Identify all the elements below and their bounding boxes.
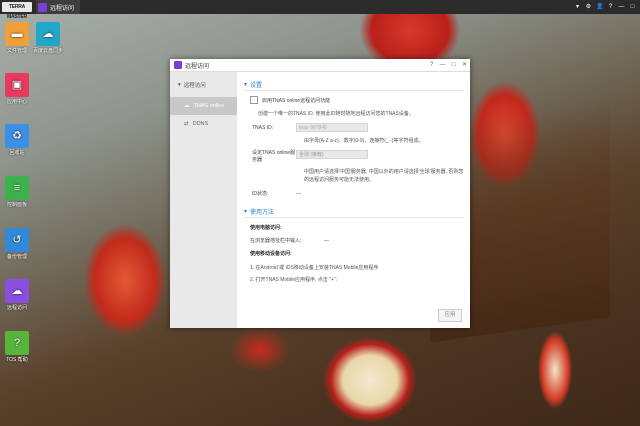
server-label: 设定TNAS online服务器: [252, 150, 296, 163]
help-icon[interactable]: ?: [607, 4, 614, 11]
desktop-icon-label: 应用中心: [6, 99, 27, 105]
recycle-bin-icon: ♻: [5, 124, 29, 148]
server-row: 设定TNAS online服务器 全球 (推荐): [244, 150, 464, 164]
desktop-icon-label: 百度云盘同步: [32, 48, 63, 54]
status-value: —: [296, 190, 301, 197]
mobile-step-2: 2. 打开TNAS Mobile应用程序, 点击 "+";: [250, 277, 338, 283]
remote-access-window: 远程访问 ? — □ ✕ ▾ 远程访问 ☁ TNAS online ⇄ DDNS…: [170, 59, 470, 328]
help-icon: ?: [5, 331, 29, 355]
enable-row: 启用TNAS online远程访问功能: [250, 96, 464, 104]
minimize-button[interactable]: —: [437, 59, 448, 71]
window-content: ▾ 设置 启用TNAS online远程访问功能 创建一个唯一的TNAS ID,…: [242, 72, 470, 328]
enable-label: 启用TNAS online远程访问功能: [262, 97, 331, 104]
desktop-icon-label: 文件管理: [6, 48, 27, 54]
system-tray: ▾ ⚙ 👤 ? — □: [574, 0, 636, 14]
status-row: ID状态: —: [244, 190, 464, 198]
sidebar-item-ddns[interactable]: ⇄ DDNS: [170, 115, 237, 133]
control-panel-icon: ≡: [5, 176, 29, 200]
desktop-icon-tos-help[interactable]: ? TOS 帮助: [0, 331, 34, 363]
apply-button[interactable]: 应用: [438, 309, 462, 322]
tnas-id-hint: 由字母(A-Z a-z)、数字(0-9)、连接符(_ -)等字符组成。: [304, 138, 424, 144]
sidebar-item-label: TNAS online: [193, 103, 225, 109]
chevron-down-icon: ▾: [244, 81, 248, 88]
server-select[interactable]: 全球 (推荐): [296, 150, 368, 159]
desktop-icon-app-center[interactable]: ▣ 应用中心: [0, 73, 34, 105]
remote-access-icon: [174, 61, 182, 69]
pc-access-line: 在浏览器地址栏中输入:: [250, 238, 302, 244]
cloud-icon: ☁: [184, 103, 190, 109]
notification-icon[interactable]: ▾: [574, 4, 581, 11]
sidebar-item-tnas-online[interactable]: ☁ TNAS online: [170, 97, 237, 115]
desktop-icon-baidu-sync[interactable]: ☁ 百度云盘同步: [31, 22, 65, 54]
brand-logo[interactable]: TERRA MASTER: [2, 2, 32, 20]
pc-access-title: 使用电脑访问:: [250, 225, 282, 231]
sidebar-header[interactable]: ▾ 远程访问: [170, 72, 237, 89]
cloud-sync-icon: ☁: [36, 22, 60, 46]
desktop-icon-remote-access[interactable]: ☁ 远程访问: [0, 279, 34, 311]
tnas-id-input[interactable]: tnas-997846: [296, 123, 368, 132]
remote-access-icon: ☁: [5, 279, 29, 303]
enable-checkbox[interactable]: [250, 96, 258, 104]
desktop-icon-backup[interactable]: ↺ 备份管理: [0, 228, 34, 260]
pc-access-row: 在浏览器地址栏中输入: —: [250, 237, 464, 245]
maximize-icon[interactable]: □: [629, 4, 636, 11]
backup-icon: ↺: [5, 228, 29, 252]
folder-icon: ▬: [5, 22, 29, 46]
close-button[interactable]: ✕: [459, 59, 470, 71]
chevron-down-icon: ▾: [178, 82, 181, 88]
server-note: 中国用户请选择'中国'服务器, 中国以外的用户请选择'全球'服务器, 否则您的远…: [304, 169, 464, 183]
section-title: 使用方法: [250, 209, 275, 216]
taskbar-app-label: 远程访问: [50, 5, 75, 12]
window-title-bar[interactable]: 远程访问 ? — □ ✕: [170, 59, 470, 72]
desktop-icon-control-panel[interactable]: ≡ 控制面板: [0, 176, 34, 208]
desktop-icon-label: 备份管理: [6, 254, 27, 260]
desktop-icon-label: 远程访问: [6, 305, 27, 311]
desktop-icon-file-manager[interactable]: ▬ 文件管理: [0, 22, 34, 54]
ddns-icon: ⇄: [184, 121, 189, 127]
help-button[interactable]: ?: [426, 59, 437, 71]
tnas-id-label: TNAS ID:: [252, 124, 274, 131]
sidebar-item-label: DDNS: [192, 121, 209, 127]
settings-description: 创建一个唯一的TNAS ID, 使用此ID随时随地远程访问您的TNAS设备。: [258, 111, 414, 117]
mobile-access-title: 使用移动设备访问:: [250, 251, 292, 257]
section-header-usage[interactable]: ▾ 使用方法: [244, 205, 464, 218]
mobile-step-1: 1. 在Android 或 iOS移动设备上安装TNAS Mobile应用程序: [250, 265, 379, 271]
app-center-icon: ▣: [5, 73, 29, 97]
remote-access-icon: [38, 2, 47, 12]
pc-access-value: —: [324, 237, 329, 244]
window-sidebar: ▾ 远程访问 ☁ TNAS online ⇄ DDNS: [170, 72, 237, 328]
window-title: 远程访问: [185, 63, 210, 70]
settings-icon[interactable]: ⚙: [585, 4, 592, 11]
chevron-down-icon: ▾: [244, 208, 248, 215]
status-label: ID状态:: [252, 191, 269, 197]
window-controls: ? — □ ✕: [426, 59, 470, 71]
minimize-icon[interactable]: —: [618, 4, 625, 11]
tnas-id-row: TNAS ID: tnas-997846: [244, 123, 464, 132]
maximize-button[interactable]: □: [448, 59, 459, 71]
taskbar: TERRA MASTER 远程访问 ▾ ⚙ 👤 ? — □: [0, 0, 640, 20]
taskbar-app-remote-access[interactable]: 远程访问: [36, 0, 81, 14]
section-title: 设置: [250, 82, 263, 89]
desktop-icon-label: TOS 帮助: [6, 357, 28, 363]
sidebar-header-label: 远程访问: [183, 83, 206, 89]
desktop-icon-recycle-bin[interactable]: ♻ 回收站: [0, 124, 34, 156]
desktop-icon-label: 回收站: [9, 150, 25, 156]
section-header-settings[interactable]: ▾ 设置: [244, 78, 464, 91]
desktop-icon-label: 控制面板: [6, 202, 27, 208]
user-icon[interactable]: 👤: [596, 4, 603, 11]
